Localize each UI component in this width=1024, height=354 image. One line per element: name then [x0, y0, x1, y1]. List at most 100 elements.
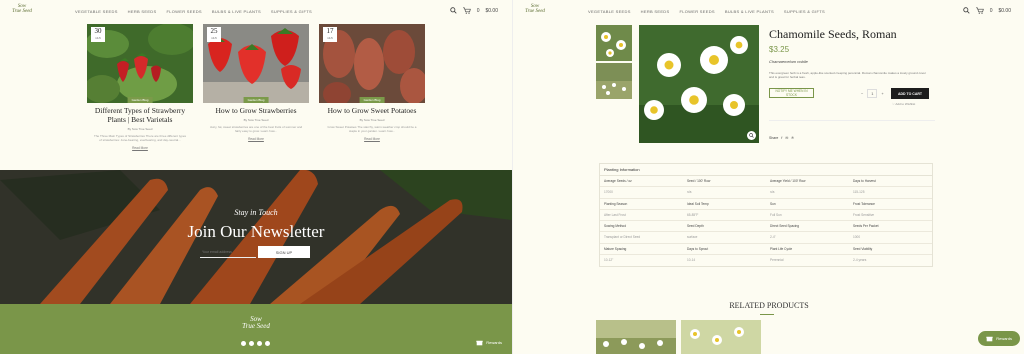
footer-logo[interactable]: Sow True Seed [231, 316, 281, 330]
menu-item-herb-seeds[interactable]: HERB SEEDS [128, 9, 157, 14]
table-cell: 1000 [853, 235, 861, 240]
instagram-icon[interactable] [257, 341, 262, 346]
main-menu: VEGETABLE SEEDS HERB SEEDS FLOWER SEEDS … [588, 9, 825, 14]
pinterest-icon[interactable] [249, 341, 254, 346]
product-title: Chamomile Seeds, Roman [769, 27, 897, 41]
logo-line-2: True Seed [12, 9, 32, 14]
chamomile-thumb-image [596, 25, 632, 61]
date-day: 25 [210, 27, 218, 35]
wishlist-link[interactable]: ♡ Add to Wishlist [892, 102, 915, 106]
table-cell: Mature Spacing [604, 246, 627, 251]
chamomile-bloom-image [681, 320, 761, 354]
footer-logo-line-2: True Seed [242, 322, 270, 330]
blog-card[interactable]: 25 JAN Garden Blog How to Grow Strawberr… [203, 24, 309, 141]
date-month: JAN [211, 36, 217, 40]
cart-count[interactable]: 0 [477, 8, 480, 14]
table-cell: surface [687, 235, 698, 240]
cart-icon[interactable] [462, 7, 471, 14]
quantity-decrease[interactable]: − [861, 91, 863, 96]
menu-item-herb-seeds[interactable]: HERB SEEDS [641, 9, 670, 14]
social-links [241, 341, 270, 346]
search-icon[interactable] [449, 7, 457, 14]
read-more-link[interactable]: Read More [319, 137, 425, 141]
menu-item-flower-seeds[interactable]: FLOWER SEEDS [679, 9, 714, 14]
blog-card-image[interactable]: 30 JAN Garden Blog [87, 24, 193, 103]
blog-card-image[interactable]: 25 JAN Garden Blog [203, 24, 309, 103]
planting-info-table: Planting Information Average Seeds / oz … [599, 163, 933, 268]
read-more-link[interactable]: Read More [203, 137, 309, 141]
blog-card-title[interactable]: How to Grow Strawberries [203, 106, 309, 115]
menu-item-vegetable-seeds[interactable]: VEGETABLE SEEDS [588, 9, 631, 14]
share-row: Share f ✉ ℗ [769, 136, 794, 140]
table-cell: After Last Frost [604, 212, 626, 217]
newsletter-email-input[interactable] [200, 246, 256, 258]
table-cell: Seed Viability [853, 246, 873, 251]
date-day: 30 [94, 27, 102, 35]
date-month: JAN [327, 36, 333, 40]
blog-card[interactable]: 17 JAN Garden Blog How to Grow Sweet Pot… [319, 24, 425, 141]
search-icon[interactable] [962, 7, 970, 14]
quantity-increase[interactable]: + [881, 91, 883, 96]
table-cell: Seeds Per Packet [853, 224, 879, 229]
zoom-button[interactable] [747, 131, 756, 140]
category-badge[interactable]: Garden Blog [127, 97, 153, 103]
logo-line-2: True Seed [525, 9, 545, 14]
rewards-button[interactable]: Rewards [476, 339, 502, 346]
table-cell: 65-85°F [687, 212, 699, 217]
menu-item-bulbs[interactable]: BULBS & LIVE PLANTS [212, 9, 261, 14]
menu-item-supplies[interactable]: SUPPLIES & GIFTS [784, 9, 825, 14]
date-badge: 30 JAN [91, 27, 105, 42]
menu-item-flower-seeds[interactable]: FLOWER SEEDS [166, 9, 201, 14]
product-thumbnails [596, 25, 632, 101]
blog-card-excerpt: The Three Main Types of Strawberries The… [94, 134, 186, 142]
notify-me-button[interactable]: NOTIFY ME WHEN IN STOCK [769, 88, 814, 98]
magnify-icon [749, 133, 754, 138]
date-badge: 25 JAN [207, 27, 221, 42]
table-cell: Days to Sprout [687, 246, 709, 251]
top-nav: Sow True Seed VEGETABLE SEEDS HERB SEEDS… [0, 0, 512, 24]
read-more-link[interactable]: Read More [87, 146, 193, 150]
site-logo[interactable]: Sow True Seed [523, 4, 547, 20]
signup-button[interactable]: SIGN UP [258, 246, 310, 258]
newsletter-section: Stay in Touch Join Our Newsletter SIGN U… [0, 170, 512, 304]
blog-page-panel: Sow True Seed VEGETABLE SEEDS HERB SEEDS… [0, 0, 512, 354]
facebook-icon[interactable] [241, 341, 246, 346]
menu-item-bulbs[interactable]: BULBS & LIVE PLANTS [725, 9, 774, 14]
blog-card[interactable]: 30 JAN Garden Blog Different Types of St… [87, 24, 193, 150]
table-row: Average Seeds / oz Seed / 100' Row Avera… [600, 176, 932, 188]
product-thumbnail[interactable] [596, 63, 632, 99]
table-cell: Frost Sensitive [853, 212, 875, 217]
add-to-cart-button[interactable]: ADD TO CART [891, 88, 929, 99]
category-badge[interactable]: Garden Blog [359, 97, 385, 103]
blog-card-image[interactable]: 17 JAN Garden Blog [319, 24, 425, 103]
cart-total[interactable]: $0.00 [998, 8, 1011, 14]
related-product-image[interactable] [596, 320, 676, 354]
blog-card-author: By Sow True Seed [243, 118, 269, 122]
table-cell: Sun [770, 201, 776, 206]
blog-card-title[interactable]: How to Grow Sweet Potatoes [319, 106, 425, 115]
facebook-icon[interactable]: f [781, 136, 782, 140]
quantity-input[interactable]: 1 [867, 89, 878, 98]
cart-count[interactable]: 0 [990, 8, 993, 14]
product-latin-name: Chamaemelum nobile [769, 59, 808, 64]
site-logo[interactable]: Sow True Seed [10, 4, 34, 20]
cart-total[interactable]: $0.00 [485, 8, 498, 14]
pinterest-icon[interactable]: ℗ [791, 136, 794, 140]
related-product-image[interactable] [681, 320, 761, 354]
product-main-image[interactable] [639, 25, 759, 143]
blog-card-excerpt: Grow Sweet Potatoes The starchy, warm-we… [327, 125, 417, 133]
table-cell: Average Yield / 100' Row [770, 179, 806, 183]
table-cell: Perennial [770, 258, 784, 263]
menu-item-vegetable-seeds[interactable]: VEGETABLE SEEDS [75, 9, 118, 14]
table-cell: Seed Depth [687, 224, 704, 229]
table-cell: 115-125 [853, 190, 865, 195]
email-icon[interactable]: ✉ [785, 136, 788, 140]
menu-item-supplies[interactable]: SUPPLIES & GIFTS [271, 9, 312, 14]
cart-icon[interactable] [975, 7, 984, 14]
youtube-icon[interactable] [265, 341, 270, 346]
blog-card-title[interactable]: Different Types of Strawberry Plants | B… [87, 106, 193, 124]
product-thumbnail[interactable] [596, 25, 632, 61]
rewards-button[interactable]: Rewards [978, 331, 1020, 346]
category-badge[interactable]: Garden Blog [243, 97, 269, 103]
footer: Sow True Seed Rewards [0, 304, 512, 354]
